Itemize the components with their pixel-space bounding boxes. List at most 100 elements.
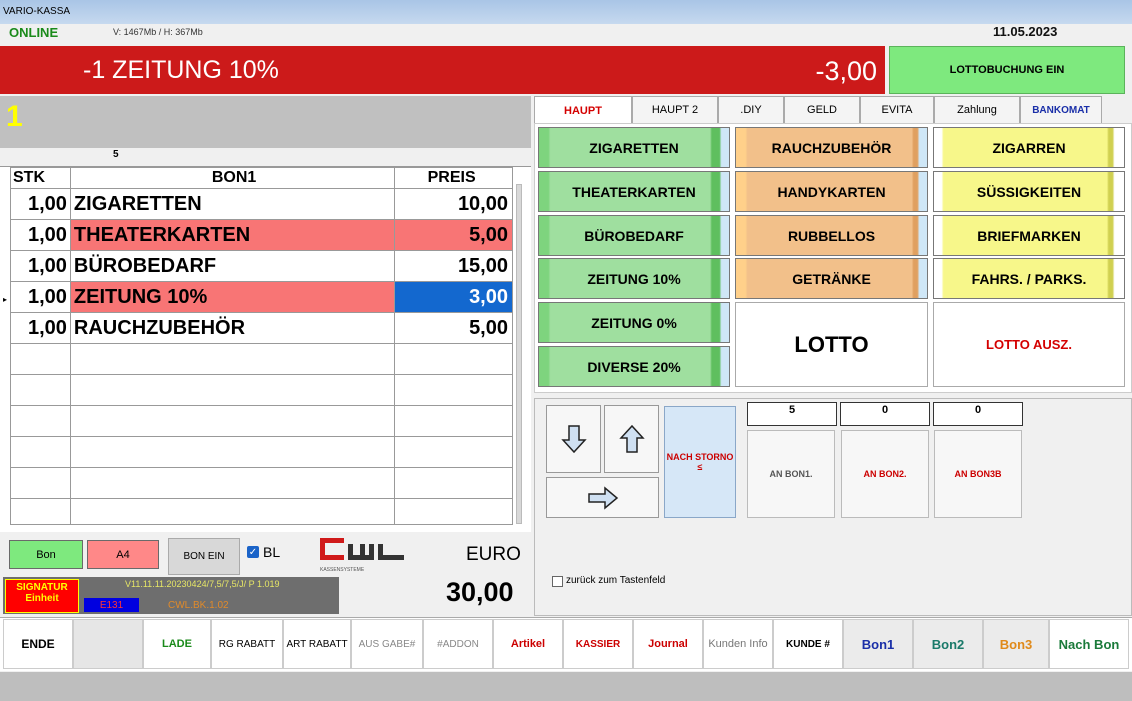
blank-button [73,619,143,669]
arrow-down-icon [560,425,587,454]
table-row-empty [10,498,513,525]
category-handykarten[interactable]: HANDYKARTEN [735,171,928,212]
category-theaterkarten[interactable]: THEATERKARTEN [538,171,730,212]
rg-rabatt-button[interactable]: RG RABATT [211,619,283,669]
kunden-info-button[interactable]: Kunden Info [703,619,773,669]
bon-ein-button[interactable]: BON EIN [168,538,240,575]
category-zeitung-0[interactable]: ZEITUNG 0% [538,302,730,343]
row-price: 5,00 [394,219,513,251]
category-suessigkeiten[interactable]: SÜSSIGKEITEN [933,171,1125,212]
ausgabe-button[interactable]: AUS GABE# [351,619,423,669]
table-row-empty [10,374,513,406]
category-rauchzubehoer[interactable]: RAUCHZUBEHÖR [735,127,928,168]
bon1-count: 5 [747,402,837,426]
bl-checkbox[interactable]: ✓ [247,546,259,558]
zurueck-checkbox[interactable] [552,576,563,587]
category-rubbellos[interactable]: RUBBELLOS [735,215,928,256]
category-zeitung-10[interactable]: ZEITUNG 10% [538,258,730,299]
item-count: 5 [113,149,119,160]
window-titlebar: VARIO-KASSA [0,0,1132,24]
tab-bankomat[interactable]: BANKOMAT [1020,96,1102,124]
category-tabs: HAUPT HAUPT 2 .DIY GELD EVITA Zahlung BA… [534,96,1132,124]
tab-haupt[interactable]: HAUPT [534,96,632,124]
bon3-count: 0 [933,402,1023,426]
arrow-up-icon [618,424,645,453]
row-qty: 1,00 [10,281,71,313]
category-zigarren[interactable]: ZIGARREN [933,127,1125,168]
table-row[interactable]: 1,00 RAUCHZUBEHÖR 5,00 [10,312,513,344]
receipt-table: STK BON1 PREIS 1,00 ZIGARETTEN 10,00 1,00 T… [10,167,513,525]
bon-button[interactable]: Bon [9,540,83,569]
an-bon3-button[interactable]: AN BON3B [934,430,1022,518]
an-bon2-button[interactable]: AN BON2. [841,430,929,518]
last-action-banner: -1 ZEITUNG 10% -3,00 [0,46,885,94]
total-amount: 30,00 [446,577,514,607]
row-name: RAUCHZUBEHÖR [69,312,396,344]
category-zigaretten[interactable]: ZIGARETTEN [538,127,730,168]
arrow-right-icon [587,485,618,510]
tab-geld[interactable]: GELD [784,96,860,124]
tab-evita[interactable]: EVITA [860,96,934,124]
nach-storno-button[interactable]: NACH STORNO ≤ [664,406,736,518]
lottobuchung-button[interactable]: LOTTOBUCHUNG EIN [889,46,1125,94]
error-code-badge: E131 [84,598,139,612]
category-diverse-20[interactable]: DIVERSE 20% [538,346,730,387]
online-status: ONLINE [9,25,59,40]
receipt-scrollbar[interactable] [516,184,522,524]
tab-haupt2[interactable]: HAUPT 2 [632,96,718,124]
status-bar [0,672,1132,701]
addon-button[interactable]: #ADDON [423,619,493,669]
bon2-count: 0 [840,402,930,426]
table-row-empty [10,405,513,437]
row-name: ZIGARETTEN [69,188,396,220]
bon1-button[interactable]: Bon1 [843,619,913,669]
header-qty: STK [10,167,71,189]
zurueck-label: zurück zum Tastenfeld [566,575,666,586]
row-qty: 1,00 [10,250,71,282]
category-briefmarken[interactable]: BRIEFMARKEN [933,215,1125,256]
row-qty: 1,00 [10,188,71,220]
table-row-empty [10,436,513,468]
category-fahrs-parks[interactable]: FAHRS. / PARKS. [933,258,1125,299]
lotto-button[interactable]: LOTTO [735,302,928,387]
row-price: 5,00 [394,312,513,344]
logo-subtitle: KASSENSYSTEME [320,567,365,573]
row-qty: 1,00 [10,312,71,344]
header-price: PREIS [394,167,513,189]
header-name: BON1 [69,167,396,189]
kassier-button[interactable]: KASSIER [563,619,633,669]
tab-zahlung[interactable]: Zahlung [934,96,1020,124]
arrow-right-button[interactable] [546,477,659,518]
an-bon1-button[interactable]: AN BON1. [747,430,835,518]
table-row[interactable]: 1,00 ZIGARETTEN 10,00 [10,188,513,220]
table-row-selected[interactable]: 1,00 ZEITUNG 10% 3,00 [10,281,513,313]
row-price: 10,00 [394,188,513,220]
kunde-nr-button[interactable]: KUNDE # [773,619,843,669]
last-action-value: -3,00 [815,56,877,86]
art-rabatt-button[interactable]: ART RABATT [283,619,351,669]
a4-button[interactable]: A4 [87,540,159,569]
table-row-empty [10,467,513,499]
currency-label: EURO [466,544,521,565]
bon2-button[interactable]: Bon2 [913,619,983,669]
arrow-up-button[interactable] [604,405,659,473]
arrow-down-button[interactable] [546,405,601,473]
lotto-ausz-button[interactable]: LOTTO AUSZ. [933,302,1125,387]
tab-diy[interactable]: .DIY [718,96,784,124]
window-title: VARIO-KASSA [3,6,71,17]
bon3-button[interactable]: Bon3 [983,619,1049,669]
artikel-button[interactable]: Artikel [493,619,563,669]
journal-button[interactable]: Journal [633,619,703,669]
table-row[interactable]: 1,00 BÜROBEDARF 15,00 [10,250,513,282]
table-header-row: STK BON1 PREIS [10,167,513,189]
row-qty: 1,00 [10,219,71,251]
lade-button[interactable]: LADE [143,619,211,669]
nach-bon-button[interactable]: Nach Bon [1049,619,1129,669]
bk-version: CWL.BK.1.02 [168,600,229,611]
ende-button[interactable]: ENDE [3,619,73,669]
category-buerobedarf[interactable]: BÜROBEDARF [538,215,730,256]
table-row[interactable]: 1,00 THEATERKARTEN 5,00 [10,219,513,251]
memory-info: V: 1467Mb / H: 367Mb [113,27,203,37]
category-getraenke[interactable]: GETRÄNKE [735,258,928,299]
row-marker-icon: ▸ [3,295,8,304]
